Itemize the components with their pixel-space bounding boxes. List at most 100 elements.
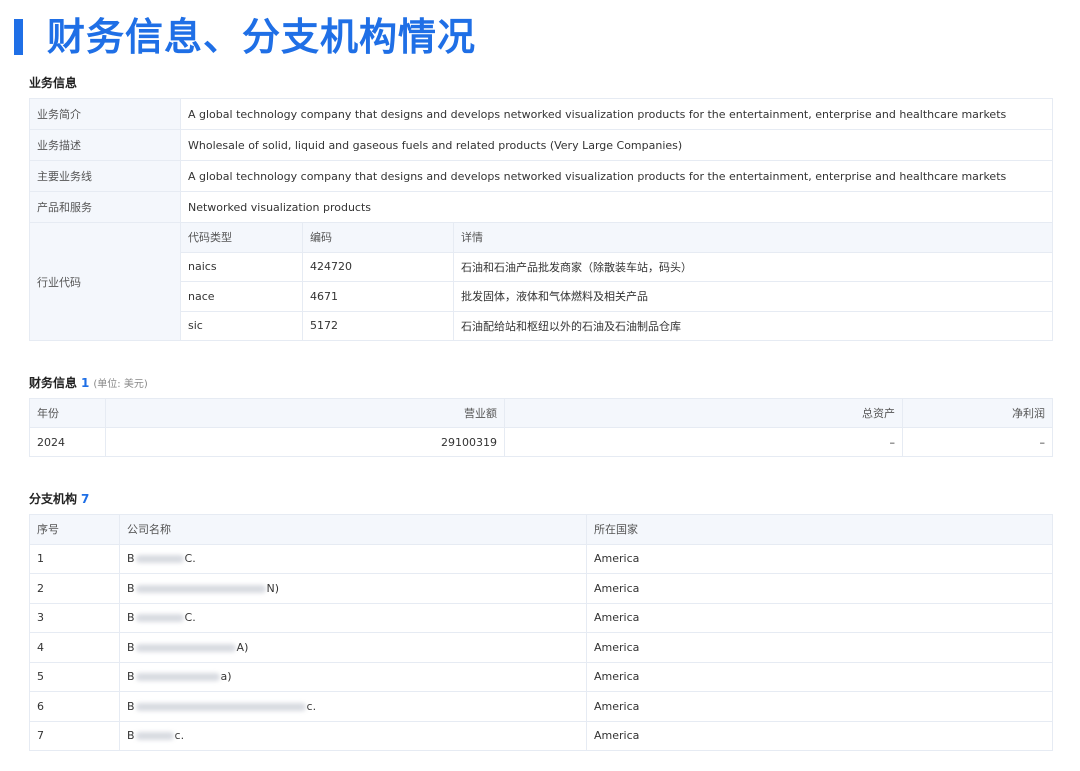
branch-name-suffix: c. (174, 729, 185, 743)
branches-table: 序号 公司名称 所在国家 1 B C. America 2 B N) America… (29, 514, 1053, 751)
financial-profit: – (902, 427, 1053, 457)
industry-code: 5172 (302, 310, 454, 341)
financial-header-revenue: 营业额 (105, 398, 505, 428)
branch-country: America (586, 602, 1053, 633)
table-row: 1 B C. America (29, 543, 1053, 574)
branch-name-prefix: B (127, 699, 135, 713)
branch-name: Bc. (119, 720, 587, 751)
business-row-value: A global technology company that designs… (180, 160, 1053, 192)
branch-name-prefix: B (127, 611, 135, 625)
financial-header-assets: 总资产 (504, 398, 903, 428)
branch-country: America (586, 573, 1053, 604)
financial-section-label: 财务信息 (29, 376, 78, 390)
branch-country: America (586, 720, 1053, 751)
financial-revenue: 29100319 (105, 427, 505, 457)
branch-no: 5 (29, 661, 120, 692)
business-row: 产品和服务 Networked visualization products (29, 191, 1053, 223)
branch-country: America (586, 691, 1053, 722)
industry-detail: 批发固体，液体和气体燃料及相关产品 (453, 281, 1053, 312)
financial-header-row: 年份 营业额 总资产 净利润 (29, 398, 1053, 428)
branch-no: 4 (29, 632, 120, 663)
branch-no: 2 (29, 573, 120, 604)
branch-no: 3 (29, 602, 120, 633)
industry-detail: 石油和石油产品批发商家（除散装车站，码头） (453, 251, 1053, 282)
table-row: 2 B N) America (29, 573, 1053, 604)
financial-year: 2024 (29, 427, 106, 457)
branch-name-suffix: C. (184, 611, 196, 625)
financial-row: 2024 29100319 – – (29, 427, 1053, 457)
branch-name-prefix: B (127, 670, 135, 684)
business-row-value: Networked visualization products (180, 191, 1053, 223)
industry-header-type: 代码类型 (180, 222, 303, 253)
financial-count: 1 (81, 376, 90, 390)
branch-name: Ba) (119, 661, 587, 692)
business-row-label: 业务简介 (29, 98, 181, 130)
redacted-text (135, 555, 184, 564)
industry-code-label: 行业代码 (29, 222, 181, 341)
business-row-label: 主要业务线 (29, 160, 181, 192)
table-row: 3 B C. America (29, 602, 1053, 633)
branch-country: America (586, 632, 1053, 663)
business-row-label: 业务描述 (29, 129, 181, 161)
industry-code: 424720 (302, 251, 454, 282)
industry-type: naics (180, 251, 303, 282)
branches-section-title: 分支机构 7 (29, 490, 89, 507)
financial-header-year: 年份 (29, 398, 106, 428)
business-row-value: Wholesale of solid, liquid and gaseous f… (180, 129, 1053, 161)
branches-header-name: 公司名称 (119, 514, 587, 545)
redacted-text (135, 702, 306, 711)
business-row: 业务简介 A global technology company that de… (29, 98, 1053, 130)
industry-code: 4671 (302, 281, 454, 312)
redacted-text (135, 584, 266, 593)
financial-unit: (单位: 美元) (93, 379, 148, 390)
branch-name: Bc. (119, 691, 587, 722)
branches-count: 7 (81, 492, 90, 506)
financial-assets: – (504, 427, 903, 457)
branch-no: 6 (29, 691, 120, 722)
table-row: 6 Bc. America (29, 691, 1053, 722)
business-row-value: A global technology company that designs… (180, 98, 1053, 130)
page-header: 财务信息、分支机构情况 (14, 14, 476, 60)
branch-name: B A) (119, 632, 587, 663)
title-accent-bar (14, 19, 23, 55)
branch-name-suffix: A) (236, 640, 249, 654)
industry-type: sic (180, 310, 303, 341)
branch-name-prefix: B (127, 640, 135, 654)
business-section-label: 业务信息 (29, 76, 78, 90)
table-row: 4 B A) America (29, 632, 1053, 663)
branch-name: B C. (119, 602, 587, 633)
redacted-text (135, 614, 184, 623)
redacted-text (135, 643, 236, 652)
branch-name-prefix: B (127, 729, 135, 743)
redacted-text (135, 673, 220, 682)
table-row: 7 Bc. America (29, 720, 1053, 751)
industry-row: sic 5172 石油配给站和枢纽以外的石油及石油制品仓库 (30, 310, 1053, 341)
branches-header-no: 序号 (29, 514, 120, 545)
industry-header-row: 行业代码 代码类型 编码 详情 (29, 222, 1053, 341)
business-row: 业务描述 Wholesale of solid, liquid and gase… (29, 129, 1053, 161)
industry-row: nace 4671 批发固体，液体和气体燃料及相关产品 (30, 281, 1053, 312)
branch-name-suffix: C. (184, 552, 196, 566)
branch-country: America (586, 543, 1053, 574)
industry-type: nace (180, 281, 303, 312)
business-table: 业务简介 A global technology company that de… (29, 98, 1053, 341)
branch-name: B N) (119, 573, 587, 604)
branch-name-prefix: B (127, 552, 135, 566)
branch-country: America (586, 661, 1053, 692)
industry-row: naics 424720 石油和石油产品批发商家（除散装车站，码头） (30, 251, 1053, 282)
business-section-title: 业务信息 (29, 74, 77, 91)
industry-header-detail: 详情 (453, 222, 1053, 253)
branch-name-suffix: N) (266, 581, 280, 595)
industry-header-code: 编码 (302, 222, 454, 253)
branch-name: B C. (119, 543, 587, 574)
page: 财务信息、分支机构情况 业务信息 业务简介 A global technolog… (0, 0, 1080, 771)
branch-name-suffix: a) (220, 670, 232, 684)
branch-name-prefix: B (127, 581, 135, 595)
branch-name-suffix: c. (306, 699, 317, 713)
branches-header-country: 所在国家 (586, 514, 1053, 545)
financial-table: 年份 营业额 总资产 净利润 2024 29100319 – – (29, 398, 1053, 457)
branches-header-row: 序号 公司名称 所在国家 (29, 514, 1053, 545)
branch-no: 7 (29, 720, 120, 751)
page-title: 财务信息、分支机构情况 (47, 15, 477, 59)
table-row: 5 Ba) America (29, 661, 1053, 692)
